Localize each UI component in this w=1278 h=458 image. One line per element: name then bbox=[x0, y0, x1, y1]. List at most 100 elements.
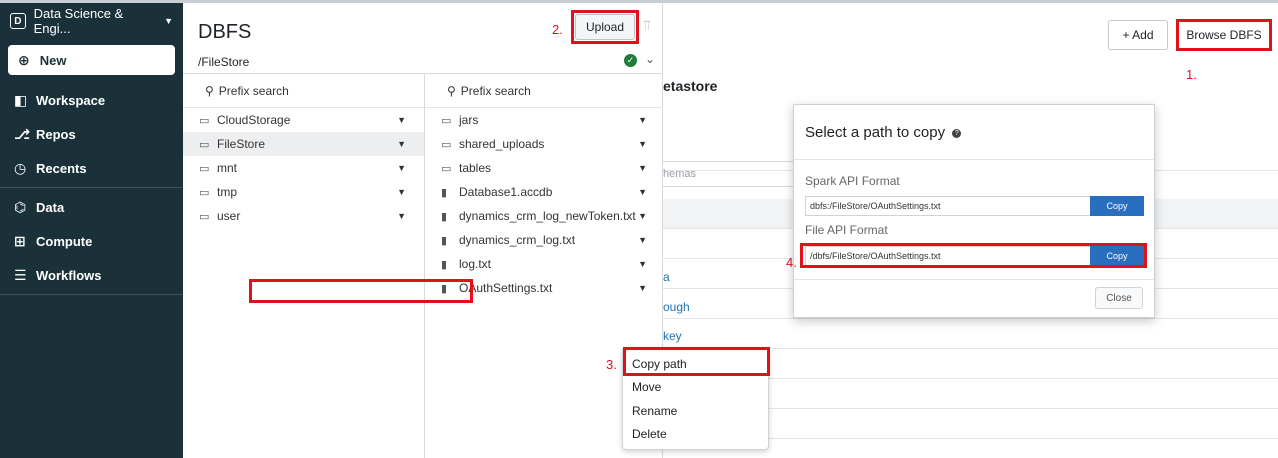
modal-title-text: Select a path to copy bbox=[805, 124, 946, 141]
folder-item[interactable]: ▭ shared_uploads ▼ bbox=[425, 132, 663, 156]
caret-down-icon[interactable]: ▼ bbox=[397, 139, 406, 149]
sidebar-divider bbox=[0, 294, 183, 295]
file-item[interactable]: ▮ log.txt ▼ bbox=[425, 252, 663, 276]
prefix-search-input[interactable]: ⚲ Prefix search bbox=[183, 74, 424, 108]
schema-search-input[interactable]: hemas bbox=[663, 161, 799, 187]
folder-item[interactable]: ▭ CloudStorage ▼ bbox=[183, 108, 424, 132]
step-number-2: 2. bbox=[552, 22, 563, 37]
sidebar-item-recents[interactable]: ◷ Recents bbox=[0, 151, 183, 185]
folder-icon: ▭ bbox=[441, 114, 452, 127]
divider bbox=[794, 279, 1154, 280]
item-name: dynamics_crm_log.txt bbox=[459, 233, 576, 247]
menu-item-move[interactable]: Move bbox=[623, 376, 768, 400]
folder-name: user bbox=[217, 209, 241, 223]
step-number-4: 4. bbox=[786, 255, 797, 270]
workflows-icon: ☰ bbox=[14, 266, 27, 283]
info-icon[interactable]: ? bbox=[952, 128, 962, 138]
folder-name: tmp bbox=[217, 185, 238, 199]
folder-item[interactable]: ▭ tables ▼ bbox=[425, 156, 663, 180]
add-button[interactable]: + Add bbox=[1108, 20, 1168, 50]
caret-down-icon[interactable]: ▼ bbox=[638, 139, 647, 149]
step-number-1: 1. bbox=[1186, 67, 1197, 82]
caret-down-icon[interactable]: ▼ bbox=[397, 211, 406, 221]
folder-icon: ▭ bbox=[199, 114, 210, 127]
caret-down-icon[interactable]: ▼ bbox=[638, 283, 647, 293]
browse-dbfs-button[interactable]: Browse DBFS bbox=[1176, 19, 1272, 51]
folder-icon: ▭ bbox=[441, 162, 452, 175]
folder-item[interactable]: ▭ FileStore ▼ bbox=[183, 132, 424, 156]
caret-down-icon[interactable]: ▼ bbox=[397, 115, 406, 125]
caret-down-icon[interactable]: ▼ bbox=[638, 211, 647, 221]
spark-path-field[interactable]: dbfs:/FileStore/OAuthSettings.txt Copy bbox=[805, 196, 1144, 216]
table-link[interactable]: ough bbox=[663, 300, 690, 314]
table-link[interactable]: key bbox=[663, 329, 682, 343]
caret-down-icon[interactable]: ▼ bbox=[638, 163, 647, 173]
modal-title: Select a path to copy ? bbox=[805, 124, 962, 141]
item-name: jars bbox=[459, 113, 479, 127]
caret-down-icon[interactable]: ▼ bbox=[638, 187, 647, 197]
sidebar-item-label: Data bbox=[36, 199, 65, 215]
compute-icon: ⊞ bbox=[14, 232, 26, 249]
menu-item-rename[interactable]: Rename bbox=[623, 399, 768, 423]
caret-down-icon[interactable]: ▼ bbox=[638, 235, 647, 245]
folder-item[interactable]: ▭ user ▼ bbox=[183, 204, 424, 228]
new-button[interactable]: ⊕ New bbox=[8, 45, 175, 75]
folder-icon: ▭ bbox=[199, 186, 210, 199]
selected-file-highlight bbox=[249, 279, 473, 303]
folder-item[interactable]: ▭ tmp ▼ bbox=[183, 180, 424, 204]
caret-down-icon[interactable]: ▼ bbox=[638, 259, 647, 269]
sidebar-item-workflows[interactable]: ☰ Workflows bbox=[0, 258, 183, 292]
file-format-label: File API Format bbox=[805, 223, 888, 237]
current-path: /FileStore bbox=[198, 55, 250, 69]
file-item[interactable]: ▮ dynamics_crm_log.txt ▼ bbox=[425, 228, 663, 252]
file-icon: ▮ bbox=[441, 210, 448, 223]
new-label: New bbox=[39, 52, 67, 68]
item-name: dynamics_crm_log_newToken.txt bbox=[459, 209, 636, 223]
sidebar-item-data[interactable]: ⌬ Data bbox=[0, 190, 183, 224]
sidebar-item-label: Compute bbox=[36, 233, 93, 249]
check-circle-icon: ✓ bbox=[624, 54, 637, 67]
workspace-name: Data Science & Engi... bbox=[33, 6, 124, 36]
spark-format-label: Spark API Format bbox=[805, 174, 900, 188]
sidebar-item-label: Workspace bbox=[36, 92, 106, 108]
page-heading: etastore bbox=[663, 78, 718, 94]
folder-column-root: ⚲ Prefix search ▭ CloudStorage ▼ ▭ FileS… bbox=[183, 74, 425, 458]
table-link[interactable]: a bbox=[663, 270, 670, 284]
caret-down-icon[interactable]: ▼ bbox=[397, 163, 406, 173]
workspace-icon: ◧ bbox=[14, 91, 28, 108]
file-item[interactable]: ▮ Database1.accdb ▼ bbox=[425, 180, 663, 204]
caret-down-icon[interactable]: ▼ bbox=[638, 115, 647, 125]
workspace-switcher[interactable]: D Data Science & Engi... ▼ bbox=[0, 3, 183, 39]
folder-icon: ▭ bbox=[441, 138, 452, 151]
chevron-down-icon[interactable]: ⌄ bbox=[645, 52, 655, 66]
plus-circle-icon: ⊕ bbox=[18, 51, 30, 68]
sidebar-item-workspace[interactable]: ◧ Workspace bbox=[0, 83, 183, 117]
divider bbox=[794, 159, 1154, 160]
folder-name: mnt bbox=[217, 161, 238, 175]
sidebar-item-label: Repos bbox=[36, 126, 76, 142]
file-icon: ▮ bbox=[441, 234, 448, 247]
item-name: OAuthSettings.txt bbox=[459, 281, 553, 295]
folder-icon: ▭ bbox=[199, 138, 210, 151]
file-item[interactable]: ▮ dynamics_crm_log_newToken.txt ▼ bbox=[425, 204, 663, 228]
copy-spark-button[interactable]: Copy bbox=[1090, 196, 1144, 216]
path-bar: /FileStore ✓ ⌄ bbox=[183, 50, 663, 74]
sidebar-item-repos[interactable]: ⎇ Repos bbox=[0, 117, 183, 151]
caret-down-icon: ▼ bbox=[164, 16, 173, 26]
pin-icon[interactable]: ⫪ bbox=[643, 17, 651, 34]
sidebar-item-label: Recents bbox=[36, 160, 87, 176]
menu-item-delete[interactable]: Delete bbox=[623, 423, 768, 447]
folder-item[interactable]: ▭ mnt ▼ bbox=[183, 156, 424, 180]
copy-path-highlight bbox=[623, 347, 770, 376]
folder-item[interactable]: ▭ jars ▼ bbox=[425, 108, 663, 132]
sidebar-item-label: Workflows bbox=[36, 267, 102, 283]
close-button[interactable]: Close bbox=[1095, 287, 1143, 309]
caret-down-icon[interactable]: ▼ bbox=[397, 187, 406, 197]
prefix-search-input[interactable]: ⚲ Prefix search bbox=[425, 74, 663, 108]
data-icon: ⌬ bbox=[14, 198, 27, 215]
table-row bbox=[663, 319, 1278, 349]
sidebar-item-compute[interactable]: ⊞ Compute bbox=[0, 224, 183, 258]
dbfs-panel: DBFS 2. Upload ⫪ /FileStore ✓ ⌄ ⚲ Prefix… bbox=[183, 3, 663, 458]
folder-icon: ▭ bbox=[199, 162, 210, 175]
spark-path-value: dbfs:/FileStore/OAuthSettings.txt bbox=[810, 201, 941, 211]
